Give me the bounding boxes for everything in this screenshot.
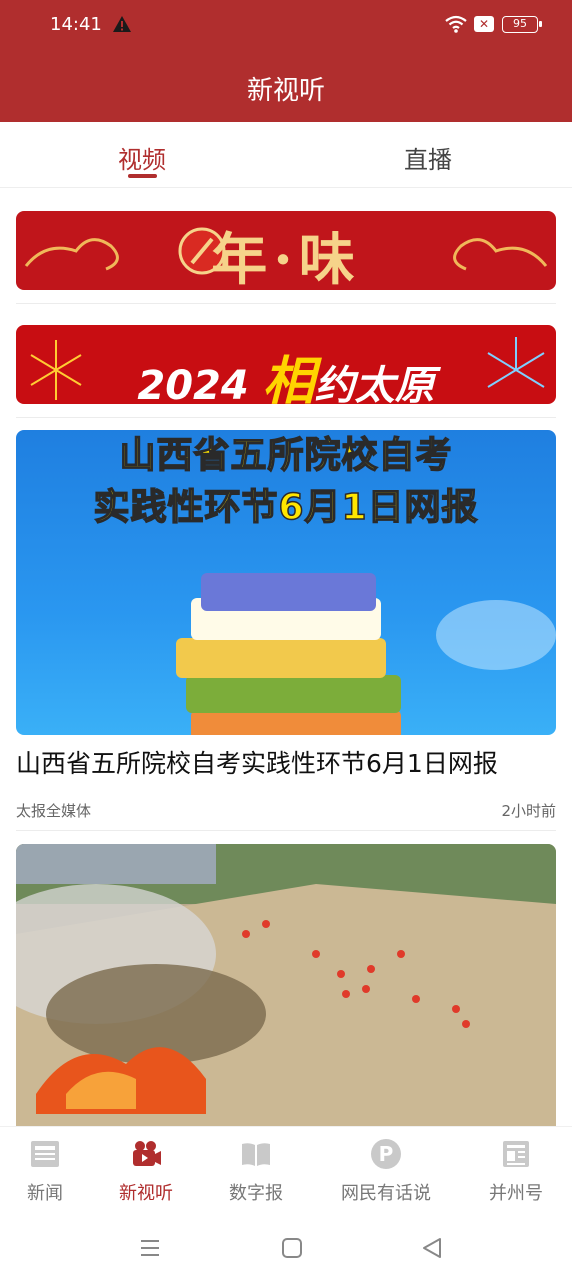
banner-title: 2024 相约太原 (16, 339, 556, 404)
system-navigation-bar (0, 1216, 572, 1280)
app-header: 14:41 ✕ 95 新视听 (0, 0, 572, 122)
battery-icon: 95 (502, 16, 542, 33)
wifi-icon (445, 15, 467, 33)
newspaper-icon (31, 1141, 59, 1167)
tab-bar: 视频 直播 (0, 122, 572, 188)
menu-icon[interactable] (136, 1234, 164, 1262)
page-title: 新视听 (246, 76, 325, 106)
tab-video[interactable]: 视频 (118, 140, 166, 175)
battery-level: 95 (513, 17, 527, 30)
svg-text:P: P (379, 1142, 394, 1166)
nav-label: 数字报 (229, 1183, 283, 1204)
banner-accent: 相 (262, 352, 315, 404)
back-icon[interactable] (418, 1234, 446, 1262)
home-icon[interactable] (278, 1234, 306, 1262)
news-card[interactable]: 山西省五所院校自考 实践性环节6月1日网报 山西省五所院校自考实践性环节6月1日… (16, 430, 556, 820)
article-icon (503, 1141, 529, 1167)
bottom-navigation: 新闻 新视听 数字报 P 网民有话说 并州号 (0, 1126, 572, 1216)
banner-year: 2024 (137, 363, 249, 404)
nav-label: 网民有话说 (341, 1183, 431, 1204)
news-time: 2小时前 (501, 802, 556, 820)
open-book-icon (242, 1143, 270, 1166)
news-title: 山西省五所院校自考实践性环节6月1日网报 (16, 749, 498, 778)
tab-live[interactable]: 直播 (404, 140, 452, 175)
nav-news[interactable]: 新闻 (8, 1127, 82, 1217)
news-source: 太报全媒体 (16, 802, 92, 820)
warning-icon (113, 16, 131, 32)
firefighting-drill-photo-icon (16, 844, 556, 1126)
news-thumbnail: 山西省五所院校自考 实践性环节6月1日网报 (16, 430, 556, 735)
divider (16, 417, 556, 418)
divider (16, 303, 556, 304)
status-bar: 14:41 ✕ 95 (0, 0, 572, 50)
video-feed[interactable]: 年·味 2024 相约太原 山西省五所院校自考 实践性环节6月1日网报 山西省五… (0, 188, 572, 1126)
banner-rest: 约太原 (314, 363, 435, 404)
taiyuan-2024-banner[interactable]: 2024 相约太原 (16, 325, 556, 404)
nav-label: 新视听 (119, 1183, 173, 1204)
nav-new-av[interactable]: 新视听 (108, 1127, 184, 1217)
nav-label: 新闻 (27, 1183, 63, 1204)
news-card[interactable] (16, 844, 556, 1126)
nav-bingzhou[interactable]: 并州号 (480, 1127, 552, 1217)
banner-title: 年·味 (211, 227, 361, 290)
new-year-banner[interactable]: 年·味 (16, 211, 556, 290)
p-badge-icon: P (371, 1139, 401, 1169)
nav-digital-paper[interactable]: 数字报 (220, 1127, 292, 1217)
video-camera-icon (133, 1141, 161, 1166)
status-time: 14:41 (50, 14, 102, 35)
active-tab-indicator (128, 174, 157, 178)
no-sim-icon: ✕ (474, 16, 494, 32)
divider (16, 830, 556, 831)
nav-label: 并州号 (489, 1183, 543, 1204)
nav-netizens[interactable]: P 网民有话说 (334, 1127, 438, 1217)
books-icon (176, 573, 556, 735)
news-thumbnail (16, 844, 556, 1126)
